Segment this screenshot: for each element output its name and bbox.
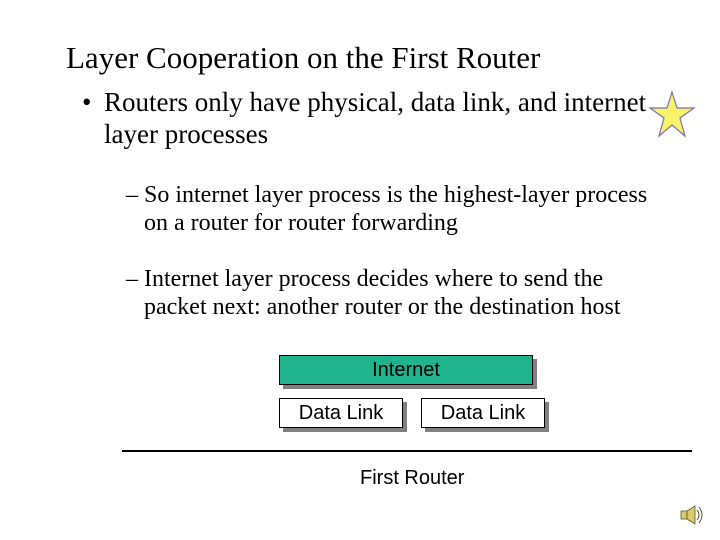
bullet-dot: • [82,86,91,118]
star-icon [646,90,698,142]
slide: Layer Cooperation on the First Router • … [0,0,720,540]
bullet-dash: – [126,181,138,209]
sub-bullet-2-text: Internet layer process decides where to … [144,266,621,320]
sub-bullet-1-text: So internet layer process is the highest… [144,182,647,236]
page-title: Layer Cooperation on the First Router [66,40,540,76]
sub-bullet-2: – Internet layer process decides where t… [144,265,664,322]
datalink-left-label: Data Link [299,402,384,425]
sub-bullet-1: – So internet layer process is the highe… [144,181,664,238]
speaker-icon [680,504,706,526]
internet-label: Internet [372,359,440,382]
datalink-right-box: Data Link [421,398,545,428]
datalink-right-label: Data Link [441,402,526,425]
datalink-left-box: Data Link [279,398,403,428]
bullet-main-text: Routers only have physical, data link, a… [104,87,646,149]
bullet-main: • Routers only have physical, data link,… [104,86,664,151]
baseline [122,450,692,452]
bullet-dash: – [126,265,138,293]
internet-box: Internet [279,355,533,385]
diagram-caption: First Router [360,467,464,490]
